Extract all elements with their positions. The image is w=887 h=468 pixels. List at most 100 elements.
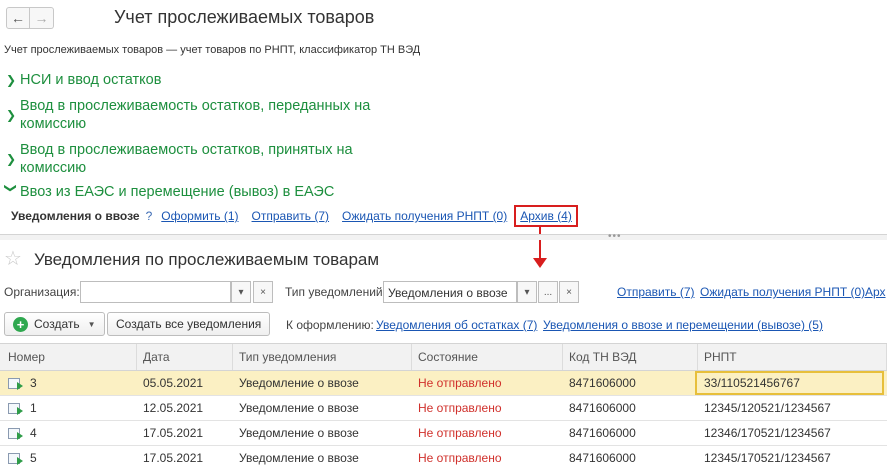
- create-all-button-label: Создать все уведомления: [116, 317, 262, 331]
- row-rnpt[interactable]: 33/110521456767: [695, 371, 884, 395]
- org-dropdown-button[interactable]: ▾: [231, 281, 251, 303]
- chevron-right-icon: ❯: [6, 73, 17, 87]
- row-type: Уведомление о ввозе: [239, 451, 359, 465]
- row-code: 8471606000: [569, 401, 636, 415]
- form-title: Уведомления по прослеживаемым товарам: [34, 250, 380, 269]
- row-date: 17.05.2021: [143, 426, 204, 440]
- section-label: Ввод в прослеживаемость остатков, переда…: [20, 98, 371, 132]
- archive-highlight-box: Архив (4): [514, 205, 578, 227]
- link-ozhidat[interactable]: Ожидать получения РНПТ (0): [342, 209, 507, 223]
- row-code: 8471606000: [569, 426, 636, 440]
- section-nsi[interactable]: ❯ НСИ и ввод остатков: [6, 71, 161, 89]
- row-type: Уведомление о ввозе: [239, 401, 359, 415]
- document-posted-icon: [8, 377, 23, 390]
- section-label: Ввоз из ЕАЭС и перемещение (вывоз) в ЕАЭ…: [20, 184, 335, 200]
- type-clear-button[interactable]: ×: [559, 281, 579, 303]
- arrow-right-icon: →: [34, 10, 49, 26]
- row-code: 8471606000: [569, 376, 636, 390]
- nav-buttons: ← →: [6, 7, 54, 29]
- row-status: Не отправлено: [418, 426, 502, 440]
- row-rnpt: 12345/120521/1234567: [704, 401, 831, 415]
- link-oformit[interactable]: Оформить (1): [161, 209, 238, 223]
- star-icon[interactable]: ☆: [4, 249, 22, 269]
- chevron-down-icon: ▾: [238, 286, 244, 298]
- type-value: Уведомления о ввозе: [388, 286, 508, 300]
- notices-table: Номер Дата Тип уведомления Состояние Код…: [0, 343, 887, 468]
- table-row[interactable]: 3 05.05.2021 Уведомление о ввозе Не отпр…: [0, 371, 887, 396]
- create-all-button[interactable]: Создать все уведомления: [107, 312, 271, 336]
- row-rnpt: 12345/170521/1234567: [704, 451, 831, 465]
- section-label: Ввод в прослеживаемость остатков, принят…: [20, 142, 353, 176]
- splitter-grip-icon: •••: [608, 231, 622, 242]
- chevron-right-icon: ❯: [6, 108, 17, 122]
- back-button[interactable]: ←: [6, 7, 30, 29]
- help-icon[interactable]: ?: [146, 209, 153, 223]
- close-icon: ×: [260, 286, 266, 298]
- link-otpravit[interactable]: Отправить (7): [252, 209, 330, 223]
- caret-down-icon: ▼: [87, 319, 96, 329]
- create-button[interactable]: + Создать ▼: [4, 312, 105, 336]
- document-posted-icon: [8, 452, 23, 465]
- link-arkhiv[interactable]: Архив (4): [520, 209, 572, 223]
- section-prinyatykh[interactable]: ❯ Ввод в прослеживаемость остатков, прин…: [6, 141, 400, 177]
- row-status: Не отправлено: [418, 451, 502, 465]
- type-field[interactable]: Уведомления о ввозе: [383, 281, 517, 303]
- column-header-code[interactable]: Код ТН ВЭД: [563, 344, 698, 370]
- org-clear-button[interactable]: ×: [253, 281, 273, 303]
- section-peredannykh[interactable]: ❯ Ввод в прослеживаемость остатков, пере…: [6, 97, 400, 133]
- row-number: 1: [30, 401, 37, 415]
- column-header-date[interactable]: Дата: [137, 344, 233, 370]
- row-number: 4: [30, 426, 37, 440]
- table-header: Номер Дата Тип уведомления Состояние Код…: [0, 344, 887, 371]
- arrow-left-icon: ←: [11, 10, 25, 26]
- window-subtitle: Учет прослеживаемых товаров — учет товар…: [4, 44, 421, 56]
- document-posted-icon: [8, 402, 23, 415]
- column-header-status[interactable]: Состояние: [412, 344, 563, 370]
- plus-icon: +: [13, 316, 28, 332]
- to-process-label: К оформлению:: [286, 318, 374, 332]
- org-field[interactable]: [80, 281, 231, 303]
- row-number: 5: [30, 451, 37, 465]
- row-type: Уведомление о ввозе: [239, 376, 359, 390]
- chevron-right-icon: ❯: [6, 152, 17, 166]
- notice-links-row: Уведомления о ввозе ? Оформить (1) Отпра…: [11, 205, 578, 227]
- row-type: Уведомление о ввозе: [239, 426, 359, 440]
- column-header-rnpt[interactable]: РНПТ: [698, 344, 887, 370]
- chevron-down-icon: ▾: [524, 286, 530, 298]
- row-number: 3: [30, 376, 37, 390]
- filter-row: Организация: ▾ × Тип уведомлений: Уведом…: [0, 281, 887, 303]
- org-label: Организация:: [4, 285, 80, 299]
- link-ostatki[interactable]: Уведомления об остатках (7): [376, 318, 537, 332]
- section-label: НСИ и ввод остатков: [20, 72, 162, 88]
- panel-splitter[interactable]: •••: [0, 231, 887, 242]
- row-code: 8471606000: [569, 451, 636, 465]
- row-date: 05.05.2021: [143, 376, 204, 390]
- close-icon: ×: [566, 286, 572, 298]
- filter-link-otpravit[interactable]: Отправить (7): [617, 285, 695, 299]
- ellipsis-icon: ...: [543, 286, 553, 298]
- table-row[interactable]: 1 12.05.2021 Уведомление о ввозе Не отпр…: [0, 396, 887, 421]
- link-vvoz-peremeshchenie[interactable]: Уведомления о ввозе и перемещении (вывоз…: [543, 318, 823, 332]
- filter-link-arkhiv[interactable]: Арх: [865, 285, 886, 299]
- create-button-label: Создать: [34, 317, 80, 331]
- section-vvoz-eaes[interactable]: ❯ Ввоз из ЕАЭС и перемещение (вывоз) в Е…: [4, 183, 335, 201]
- row-rnpt: 12346/170521/1234567: [704, 426, 831, 440]
- row-date: 12.05.2021: [143, 401, 204, 415]
- type-select-button[interactable]: ...: [538, 281, 558, 303]
- row-date: 17.05.2021: [143, 451, 204, 465]
- annotation-arrow-head-icon: [533, 258, 547, 268]
- chevron-down-icon: ❯: [4, 183, 18, 194]
- forward-button[interactable]: →: [30, 7, 54, 29]
- column-header-number[interactable]: Номер: [0, 344, 137, 370]
- action-row: + Создать ▼ Создать все уведомления К оф…: [0, 312, 887, 336]
- notice-label: Уведомления о ввозе: [11, 209, 140, 223]
- column-header-type[interactable]: Тип уведомления: [233, 344, 412, 370]
- annotation-arrow-line: [539, 225, 541, 259]
- table-row[interactable]: 4 17.05.2021 Уведомление о ввозе Не отпр…: [0, 421, 887, 446]
- type-label: Тип уведомлений:: [285, 285, 386, 299]
- row-status: Не отправлено: [418, 376, 502, 390]
- filter-link-ozhidat[interactable]: Ожидать получения РНПТ (0): [700, 285, 865, 299]
- type-dropdown-button[interactable]: ▾: [517, 281, 537, 303]
- table-row[interactable]: 5 17.05.2021 Уведомление о ввозе Не отпр…: [0, 446, 887, 468]
- row-status: Не отправлено: [418, 401, 502, 415]
